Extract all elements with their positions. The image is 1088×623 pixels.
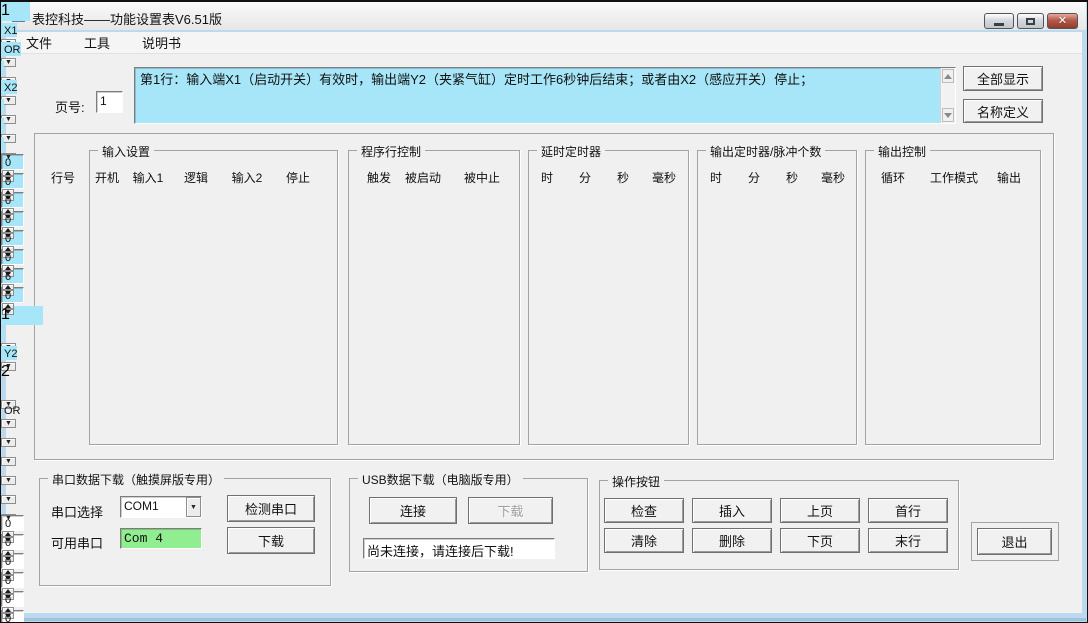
spin-up-icon [5,589,11,593]
maximize-button[interactable] [1017,13,1044,29]
started-select-value[interactable] [1,479,4,493]
false: 1 [1,2,30,21]
trigger-select-value[interactable] [1,99,4,113]
true[interactable]: 0 [1,173,1087,201]
group-serial-download-title: 串口数据下载（触摸屏版专用） [48,471,225,488]
scroll-down-icon [944,112,952,118]
spin-up-icon [5,247,11,251]
input1-select-value[interactable] [1,384,4,398]
group-operations: 操作按钮 [599,473,959,570]
window-title: 表控科技——功能设置表V6.51版 [32,12,222,27]
name-define-button[interactable]: 名称定义 [963,99,1043,123]
true[interactable]: 0 [1,154,1087,182]
last-row-button[interactable]: 末行 [868,528,948,553]
aborted-select-value[interactable] [1,498,4,512]
title-bar: 表控科技——功能设置表V6.51版 ✕ [2,2,1086,30]
page-number-input[interactable]: 1 [96,91,123,113]
usb-download-button: 下载 [468,497,553,524]
spin-up-icon [5,190,11,194]
true[interactable]: 0 [1,192,1087,220]
workmode-select-value[interactable] [1,327,4,341]
true[interactable] [1,325,63,352]
output-select-value[interactable]: Y2 [1,346,18,360]
logic-select-value[interactable]: OR [1,403,21,417]
next-page-button[interactable]: 下页 [780,528,860,553]
close-icon: ✕ [1057,14,1068,27]
check-button[interactable]: 检查 [604,498,684,523]
row-description-textarea[interactable]: 第1行：输入端X1（启动开关）有效时，输出端Y2（夹紧气缸）定时工作6秒钟后结束… [134,67,956,124]
minimize-icon [994,22,1004,26]
stop-select-value[interactable]: X2 [1,80,18,94]
group-usb-download-title: USB数据下载（电脑版专用） [358,471,523,488]
serial-download-button[interactable]: 下载 [227,527,315,554]
menu-item-manual[interactable]: 说明书 [130,30,193,55]
delay-hour-spinner-value[interactable]: 0 [1,515,24,531]
close-button[interactable]: ✕ [1047,13,1078,29]
prev-page-button[interactable]: 上页 [780,498,860,523]
row-description-text: 第1行：输入端X1（启动开关）有效时，输出端Y2（夹紧气缸）定时工作6秒钟后结束… [140,72,814,87]
spin-up-icon [5,209,11,213]
first-row-button[interactable]: 首行 [868,498,948,523]
chevron-down-icon[interactable] [186,497,201,517]
minimize-button[interactable] [984,13,1014,29]
true[interactable]: 0 [1,591,1087,619]
true[interactable]: 0 [1,211,1087,239]
scroll-up-button[interactable] [942,69,954,83]
input2-select-value[interactable] [1,422,4,436]
serial-port-select-value[interactable]: COM1 [121,497,186,517]
true[interactable]: X2 [1,78,53,105]
app-window: 表控科技——功能设置表V6.51版 ✕ 文件 工具 说明书 页号: 1 第1行：… [0,0,1088,623]
true[interactable]: 0 [1,610,1087,622]
clear-button[interactable]: 清除 [604,528,684,553]
spin-up-icon [5,551,11,555]
available-port-field: Com 4 [120,528,202,549]
aborted-select-value[interactable] [1,137,4,151]
detect-serial-button[interactable]: 检测串口 [227,495,315,522]
input1-select-value[interactable]: X1 [1,23,18,37]
true[interactable]: Y2 [1,344,43,371]
trigger-select-value[interactable] [1,460,4,474]
insert-button[interactable]: 插入 [692,498,772,523]
true[interactable]: X1 [1,21,58,48]
true[interactable]: 0 [1,249,1087,277]
spin-up-icon [5,285,11,289]
spin-up-icon [5,608,11,612]
false: 2 [1,363,10,380]
true[interactable]: 0 [1,230,1087,258]
serial-port-select-label: 串口选择 [51,505,104,520]
show-all-button[interactable]: 全部显示 [963,66,1043,91]
stop-select-value[interactable] [1,441,4,455]
input2-select-value[interactable] [1,61,4,75]
serial-port-select[interactable]: COM1 [120,496,202,518]
true[interactable] [1,382,58,409]
true[interactable]: 1 [1,306,43,325]
spin-up-icon [5,532,11,536]
spin-up-icon [5,570,11,574]
menu-bar: 文件 工具 说明书 [6,32,1082,54]
logic-select-value[interactable]: OR [1,42,21,56]
exit-button[interactable]: 退出 [977,528,1052,555]
true[interactable]: 6 [1,268,1087,296]
spin-up-icon [5,228,11,232]
available-port-label: 可用串口 [51,536,104,551]
menu-item-tools[interactable]: 工具 [72,30,122,55]
scroll-down-button[interactable] [942,108,954,122]
spin-up-icon [5,266,11,270]
page-number-label: 页号: [55,100,85,115]
started-select-value[interactable] [1,118,4,132]
delay-hour-spinner-value[interactable]: 0 [1,154,24,170]
spin-up-icon [5,171,11,175]
usb-status-field: 尚未连接，请连接后下载! [363,538,555,559]
true[interactable]: 0 [1,287,1087,315]
true[interactable]: OR [1,401,39,428]
scroll-up-icon [944,73,952,79]
true[interactable]: OR [1,40,39,67]
group-operations-title: 操作按钮 [608,473,665,490]
description-scrollbar[interactable] [940,68,955,123]
usb-connect-button[interactable]: 连接 [369,497,457,524]
delete-button[interactable]: 删除 [692,528,772,553]
maximize-icon [1026,17,1035,25]
